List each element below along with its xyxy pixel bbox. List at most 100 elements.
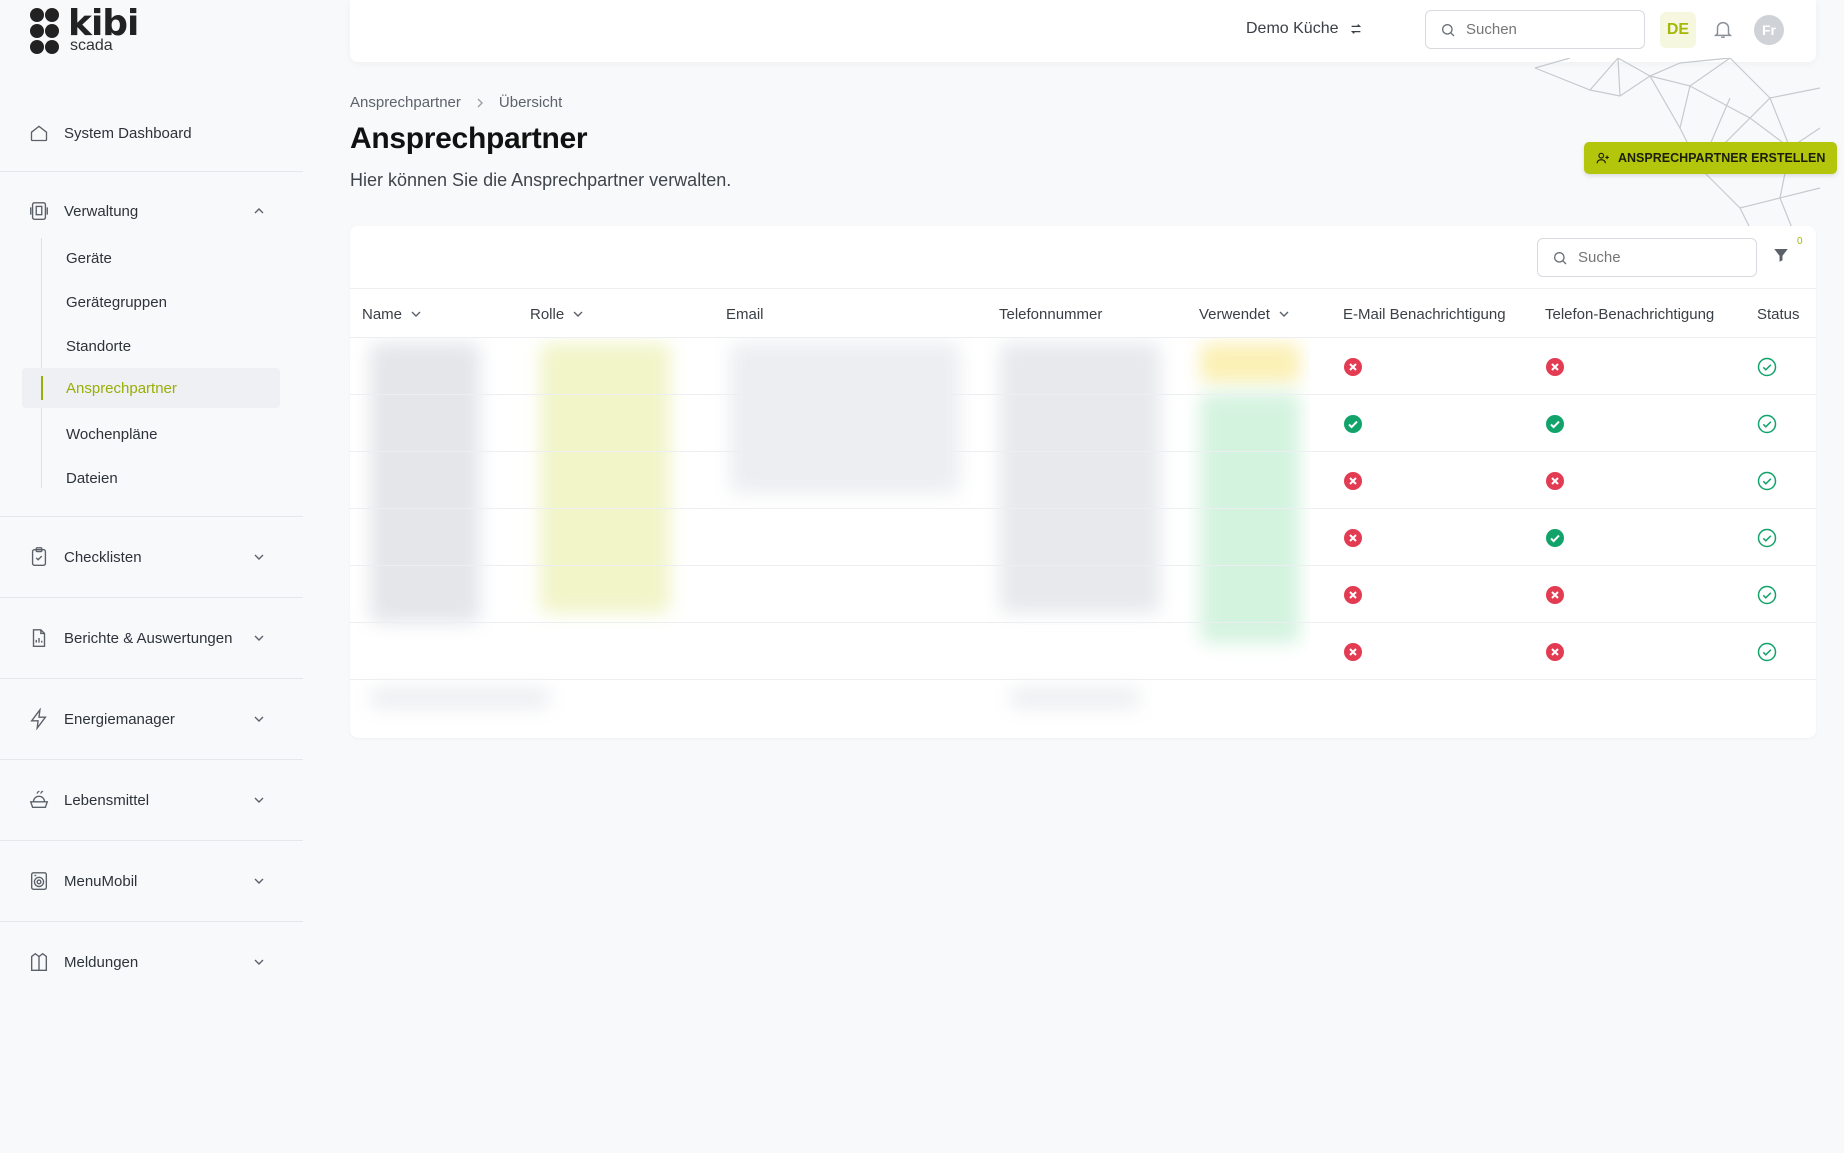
column-label: Email [726,305,764,323]
chevron-down-icon [254,716,264,722]
report-icon [28,627,50,649]
sidebar-item-dateien[interactable]: Dateien [41,458,279,498]
table-row[interactable] [350,338,1816,395]
table-row[interactable] [350,566,1816,623]
column-label: Status [1757,305,1800,323]
global-search-input[interactable] [1466,21,1626,38]
tenant-switcher[interactable]: Demo Küche [1246,20,1363,38]
nav-label: System Dashboard [64,124,192,142]
x-circle-icon [1545,357,1565,377]
column-header-email-notification: E-Mail Benachrichtigung [1343,289,1506,339]
clipboard-check-icon [28,546,50,568]
divider [0,921,303,922]
divider [0,171,303,172]
home-icon [28,122,50,144]
nav-meldungen[interactable]: Meldungen [28,951,264,973]
logo-mark-icon [28,6,62,56]
check-circle-icon [1545,528,1565,548]
column-header-verwendet[interactable]: Verwendet [1199,289,1290,339]
nav-label: Lebensmittel [64,791,150,809]
language-switcher[interactable]: DE [1660,12,1696,48]
table-search[interactable] [1537,238,1757,277]
nav-label: Verwaltung [64,202,139,220]
divider [0,678,303,679]
breadcrumb-item-ansprechpartner[interactable]: Ansprechpartner [350,94,461,111]
column-label: E-Mail Benachrichtigung [1343,305,1506,323]
x-circle-icon [1545,585,1565,605]
nav-label: Berichte & Auswertungen [64,629,233,647]
kibi-logo[interactable]: kibi scada [28,6,139,56]
nav-energiemanager[interactable]: Energiemanager [28,708,264,730]
chevron-down-icon [254,635,264,641]
nav-berichte[interactable]: Berichte & Auswertungen [28,627,264,649]
top-bar: Demo Küche DE Fr [350,0,1816,62]
sidebar-item-geraetegruppen[interactable]: Gerätegruppen [41,282,279,322]
sidebar-item-standorte[interactable]: Standorte [41,326,279,366]
x-circle-icon [1343,357,1363,377]
nav-label: Meldungen [64,953,139,971]
table-row[interactable] [350,452,1816,509]
status-active-icon [1757,528,1777,548]
tenant-name: Demo Küche [1246,20,1339,37]
column-label: Telefonnummer [999,305,1103,323]
sort-chevron-icon [411,311,421,317]
column-header-name[interactable]: Name [362,289,422,339]
nav-menumobil[interactable]: MenuMobil [28,870,264,892]
status-active-icon [1757,414,1777,434]
divider [0,840,303,841]
sidebar-item-ansprechpartner[interactable]: Ansprechpartner [22,368,280,408]
nav-label: MenuMobil [64,872,138,890]
table-row[interactable] [350,395,1816,452]
filter-icon[interactable] [1772,246,1790,264]
washer-icon [28,870,50,892]
column-header-status: Status [1757,289,1800,339]
check-circle-icon [1343,414,1363,434]
device-icon [28,200,50,222]
sidebar-item-wochenplaene[interactable]: Wochenpläne [41,414,279,454]
sidebar: kibi scada System Dashboard Verwaltung G… [0,0,303,1153]
nav-label: Checklisten [64,548,142,566]
search-icon [1554,251,1567,264]
add-user-icon [1596,152,1609,164]
table-search-input[interactable] [1578,249,1738,266]
x-circle-icon [1545,471,1565,491]
nav-checklisten[interactable]: Checklisten [28,546,264,568]
chevron-down-icon [254,959,264,965]
column-header-rolle[interactable]: Rolle [530,289,584,339]
column-header-telefonnummer: Telefonnummer [999,289,1102,339]
page-title: Ansprechpartner [350,122,588,155]
chevron-right-icon [477,98,483,107]
divider [0,759,303,760]
sort-chevron-icon [1279,311,1289,317]
status-active-icon [1757,585,1777,605]
contacts-table-card: 0 Name Rolle Email Telefonnummer Verwend… [350,226,1816,738]
x-circle-icon [1343,642,1363,662]
divider [0,597,303,598]
column-label: Rolle [530,305,565,323]
breadcrumb-item-uebersicht: Übersicht [498,94,563,111]
column-label: Name [362,305,403,323]
column-header-phone-notification: Telefon-Benachrichtigung [1545,289,1714,339]
column-label: Verwendet [1199,305,1270,323]
sidebar-item-geraete[interactable]: Geräte [41,238,279,278]
table-row[interactable] [350,509,1816,566]
nav-system-dashboard[interactable]: System Dashboard [28,122,192,144]
create-contact-button[interactable]: Ansprechpartner erstellen [1584,142,1838,174]
table-header: Name Rolle Email Telefonnummer Verwendet… [350,288,1816,338]
page-subtitle: Hier können Sie die Ansprechpartner verw… [350,170,732,190]
nav-label: Energiemanager [64,710,175,728]
jacket-icon [28,951,50,973]
status-active-icon [1757,471,1777,491]
nav-lebensmittel[interactable]: Lebensmittel [28,789,264,811]
column-label: Telefon-Benachrichtigung [1545,305,1715,323]
sort-chevron-icon [573,311,583,317]
chevron-down-icon [254,554,264,560]
check-circle-icon [1545,414,1565,434]
table-row[interactable] [350,623,1816,680]
nav-verwaltung[interactable]: Verwaltung [28,200,264,222]
status-active-icon [1757,642,1777,662]
chevron-down-icon [254,878,264,884]
global-search[interactable] [1425,10,1645,49]
bell-icon[interactable] [1712,17,1734,41]
avatar[interactable]: Fr [1754,15,1784,45]
